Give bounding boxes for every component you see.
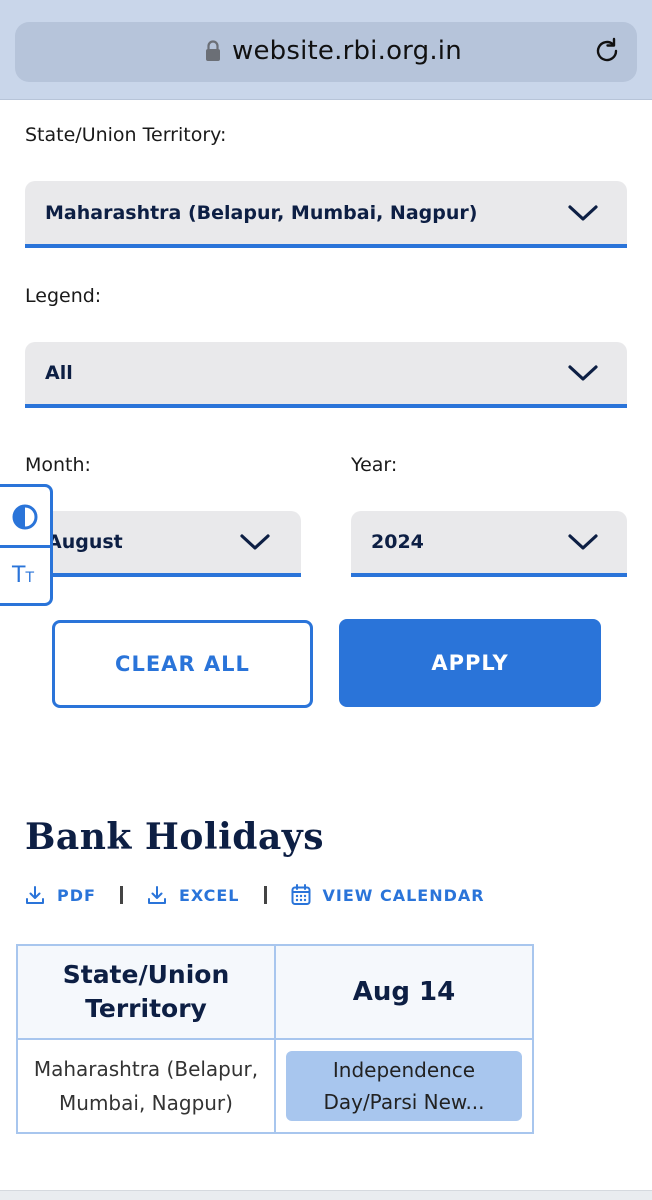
year-label: Year: bbox=[351, 454, 398, 476]
browser-toolbar: website.rbi.org.in bbox=[0, 0, 652, 100]
excel-link[interactable]: EXCEL bbox=[147, 885, 240, 905]
holiday-badge[interactable]: Independence Day/Parsi New... bbox=[286, 1051, 522, 1121]
link-separator bbox=[119, 886, 123, 904]
legend-select-value: All bbox=[45, 362, 73, 384]
chevron-down-icon bbox=[568, 534, 598, 550]
chevron-down-icon bbox=[240, 534, 270, 550]
calendar-icon bbox=[291, 884, 310, 905]
view-calendar-link[interactable]: VIEW CALENDAR bbox=[291, 884, 485, 906]
legend-select[interactable]: All bbox=[25, 342, 627, 408]
legend-label: Legend: bbox=[25, 285, 102, 307]
accessibility-widget: TT bbox=[0, 484, 53, 606]
section-title: Bank Holidays bbox=[25, 816, 324, 858]
link-separator bbox=[263, 886, 267, 904]
chevron-down-icon bbox=[568, 204, 598, 221]
chevron-down-icon bbox=[568, 365, 598, 381]
month-select-value: August bbox=[47, 531, 123, 553]
month-select[interactable]: August bbox=[25, 511, 301, 577]
header-date: Aug 14 bbox=[274, 944, 534, 1040]
apply-button[interactable]: APPLY bbox=[339, 619, 601, 707]
state-select-value: Maharashtra (Belapur, Mumbai, Nagpur) bbox=[45, 201, 478, 224]
pdf-link[interactable]: PDF bbox=[25, 885, 96, 905]
month-label: Month: bbox=[25, 454, 91, 476]
holidays-table: State/Union Territory Aug 14 Maharashtra… bbox=[16, 944, 534, 1134]
clear-all-button[interactable]: CLEAR ALL bbox=[52, 620, 313, 708]
year-select-value: 2024 bbox=[371, 531, 424, 553]
year-select[interactable]: 2024 bbox=[351, 511, 627, 577]
download-icon bbox=[147, 886, 166, 904]
text-size-icon[interactable]: TT bbox=[12, 565, 34, 589]
table-row: Maharashtra (Belapur, Mumbai, Nagpur) In… bbox=[16, 1038, 534, 1134]
contrast-icon[interactable] bbox=[11, 503, 39, 531]
table-header-row: State/Union Territory Aug 14 bbox=[16, 944, 534, 1040]
lock-icon bbox=[206, 40, 220, 61]
widget-divider bbox=[0, 545, 50, 548]
cell-state: Maharashtra (Belapur, Mumbai, Nagpur) bbox=[16, 1038, 276, 1134]
download-links: PDF EXCEL VIEW CALENDAR bbox=[25, 880, 485, 910]
bottom-toolbar-edge bbox=[0, 1190, 652, 1200]
url-text[interactable]: website.rbi.org.in bbox=[232, 36, 462, 66]
download-icon bbox=[26, 886, 44, 904]
cell-holiday: Independence Day/Parsi New... bbox=[274, 1038, 534, 1134]
reload-icon[interactable] bbox=[592, 36, 622, 66]
state-select[interactable]: Maharashtra (Belapur, Mumbai, Nagpur) bbox=[25, 181, 627, 248]
state-label: State/Union Territory: bbox=[25, 124, 227, 146]
header-state: State/Union Territory bbox=[16, 944, 276, 1040]
